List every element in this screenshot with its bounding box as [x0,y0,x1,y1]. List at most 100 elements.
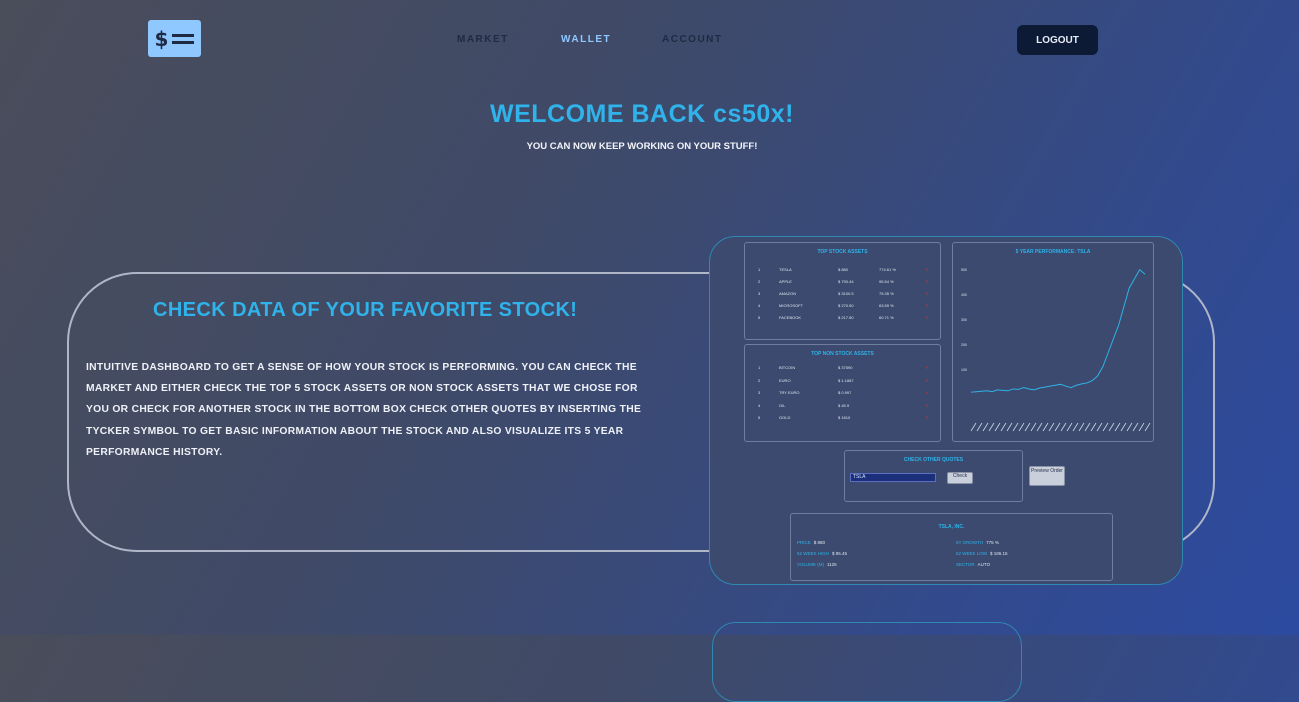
welcome-title: WELCOME BACK cs50x! [490,100,794,128]
x-tick-label [1024,422,1031,432]
row-price: $ 37590 [838,365,853,370]
table-row: 1 BITCOIN $ 37590 ✕ [755,365,930,375]
remove-icon[interactable]: ✕ [925,403,928,408]
row-percent: 95.54 % [879,279,894,284]
check-button[interactable]: Check [947,472,973,484]
info-item: SECTOR AUTO [956,562,991,567]
x-tick-label [988,422,995,432]
row-rank: 4 [758,402,761,408]
x-tick-label [1138,422,1145,432]
logout-button[interactable]: LOGOUT [1017,25,1098,55]
row-price: $ 270.50 [838,303,854,308]
x-tick-label [1108,422,1115,432]
performance-chart: 500 400 300 200 100 [961,268,1151,432]
table-row: 5 GOLD $ 1810 ✕ [755,415,930,425]
x-tick-label [1084,422,1091,432]
row-price: $ 217.50 [838,315,854,320]
preview-order-button[interactable]: Preview Order [1029,466,1065,486]
y-tick-label: 500 [961,268,967,272]
row-price: $ 0.997 [838,390,852,395]
remove-icon[interactable]: ✕ [925,267,928,272]
top-nonstock-title: TOP NON STOCK ASSETS [811,351,874,357]
nav-account[interactable]: ACCOUNT [662,34,723,45]
table-row: 5 FACEBOOK $ 217.50 60.71 % ✕ [755,315,930,325]
series-line [970,268,1146,393]
row-price: $ 3100.5 [838,291,854,296]
lines-icon [172,30,195,48]
x-tick-label [1036,422,1043,432]
x-tick-label [1090,422,1097,432]
info-item: 52 WEEK LOW $ 186.15 [956,551,1008,556]
remove-icon[interactable]: ✕ [925,378,928,383]
row-rank: 3 [758,291,761,296]
top-nonstock-panel: TOP NON STOCK ASSETS 1 BITCOIN $ 37590 ✕ 2 EU… [744,344,941,442]
table-row: 3 TRY EURO $ 0.997 ✕ [755,390,930,400]
remove-icon[interactable]: ✕ [925,279,928,284]
remove-icon[interactable]: ✕ [925,415,928,420]
logo[interactable]: $ [148,20,201,57]
row-price: $ 45.9 [838,402,850,408]
y-tick-label: 100 [961,368,967,372]
info-item: PRICE $ 880 [797,540,826,545]
x-tick-label [1114,422,1121,432]
row-name: OIL [779,402,786,408]
row-name: APPLE [779,279,792,284]
row-name: FACEBOOK [779,315,802,320]
x-tick-label [1048,422,1055,432]
remove-icon[interactable]: ✕ [925,365,928,370]
dollar-icon: $ [154,26,169,51]
remove-icon[interactable]: ✕ [925,291,928,296]
x-tick-label [1000,422,1007,432]
x-tick-label [1012,422,1019,432]
row-rank: 3 [758,390,761,395]
row-price: $ 1.1887 [838,377,854,383]
row-percent: 75.35 % [879,291,894,296]
info-title: TSLA, INC. [938,524,965,530]
next-section-card [712,622,1022,702]
dashboard-preview: TOP STOCK ASSETS 1 TESLA $ 880 774.61 % ✕ 2 AP… [709,236,1183,585]
row-rank: 1 [758,267,761,272]
feature-title: CHECK DATA OF YOUR FAVORITE STOCK! [153,299,578,321]
table-row: 2 EURO $ 1.1887 ✕ [755,378,930,388]
x-tick-label [1120,422,1127,432]
row-rank: 2 [758,377,761,383]
stock-info-panel: TSLA, INC. PRICE $ 880 52 WEEK HIGH $ 95.45… [790,513,1113,581]
x-tick-label [1054,422,1061,432]
row-rank: 2 [758,279,761,284]
x-tick-label [1018,422,1025,432]
top-stock-title: TOP STOCK ASSETS [817,249,868,255]
x-tick-label [1126,422,1133,432]
info-item: 52 WEEK HIGH $ 95.45 [797,551,848,556]
row-name: GOLD [779,415,791,420]
x-tick-label [982,422,989,432]
x-tick-label [970,422,977,432]
row-name: TRY EURO [779,390,800,395]
top-stock-panel: TOP STOCK ASSETS 1 TESLA $ 880 774.61 % ✕ 2 AP… [744,242,941,340]
feature-description: INTUITIVE DASHBOARD TO GET A SENSE OF HO… [86,362,642,458]
x-tick-label [1072,422,1079,432]
row-name: BITCOIN [779,365,796,370]
row-name: EURO [779,377,791,383]
x-tick-label [1060,422,1067,432]
row-rank: 5 [758,415,761,420]
remove-icon[interactable]: ✕ [925,315,928,320]
row-rank: 1 [758,365,761,370]
ticker-input[interactable]: TSLA [850,473,936,482]
table-row: 3 AMAZON $ 3100.5 75.35 % ✕ [755,291,930,301]
performance-chart-panel: 5 YEAR PERFORMANCE: TSLA 500 400 300 200 100 [952,242,1154,442]
x-tick-label [1042,422,1049,432]
x-tick-label [1006,422,1013,432]
nav-market[interactable]: MARKET [457,34,509,45]
y-tick-label: 300 [961,318,967,322]
nav-wallet[interactable]: WALLET [561,34,611,45]
welcome-subtitle: YOU CAN NOW KEEP WORKING ON YOUR STUFF! [526,141,758,152]
table-row: 2 APPLE $ 790.44 95.54 % ✕ [755,279,930,289]
row-name: AMAZON [779,291,797,296]
remove-icon[interactable]: ✕ [925,390,928,395]
remove-icon[interactable]: ✕ [925,303,928,308]
x-tick-label [976,422,983,432]
info-item: 5Y GROWTH 775 % [956,540,999,545]
x-tick-label [1144,422,1151,432]
quote-panel: CHECK OTHER QUOTES TSLA Check [844,450,1023,502]
table-row: 1 TESLA $ 880 774.61 % ✕ [755,267,930,277]
